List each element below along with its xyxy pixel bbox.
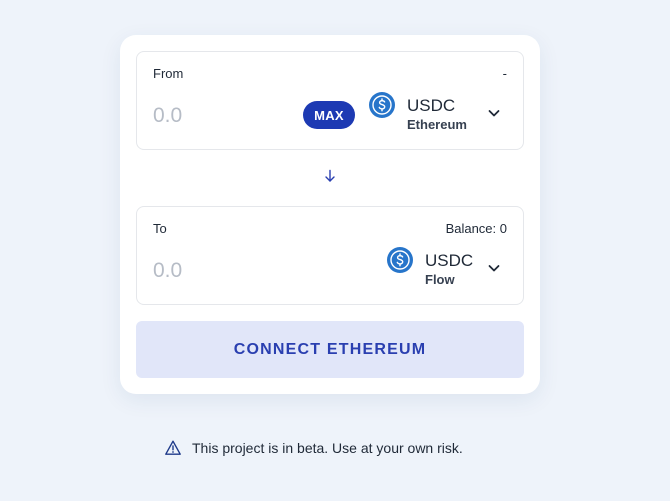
from-amount-input[interactable] — [151, 102, 285, 130]
to-amount-input[interactable] — [151, 257, 285, 285]
to-panel: To Balance: 0 USDC Flow — [136, 206, 524, 305]
bridge-card: From - MAX USDC Ethereum To Balance: 0 — [120, 35, 540, 394]
to-token-symbol: USDC — [425, 251, 474, 270]
usdc-icon — [369, 92, 395, 118]
from-balance-placeholder: - — [502, 66, 507, 81]
from-panel: From - MAX USDC Ethereum — [136, 51, 524, 150]
arrow-down-icon[interactable] — [323, 169, 337, 183]
from-token-symbol: USDC — [407, 96, 456, 115]
to-balance: Balance: 0 — [445, 221, 507, 236]
chevron-down-icon — [488, 265, 500, 272]
beta-notice: This project is in beta. Use at your own… — [164, 439, 463, 457]
to-token-select[interactable]: USDC Flow — [387, 245, 509, 295]
from-token-network: Ethereum — [407, 117, 467, 132]
to-token-network: Flow — [425, 272, 455, 287]
connect-ethereum-button[interactable]: CONNECT ETHEREUM — [136, 321, 524, 378]
usdc-icon — [387, 247, 413, 273]
from-label: From — [153, 66, 184, 81]
beta-notice-text: This project is in beta. Use at your own… — [192, 440, 463, 456]
chevron-down-icon — [488, 110, 500, 117]
from-token-select[interactable]: USDC Ethereum — [369, 90, 509, 140]
max-button[interactable]: MAX — [303, 101, 355, 129]
to-label: To — [153, 221, 167, 236]
warning-icon — [165, 440, 181, 455]
